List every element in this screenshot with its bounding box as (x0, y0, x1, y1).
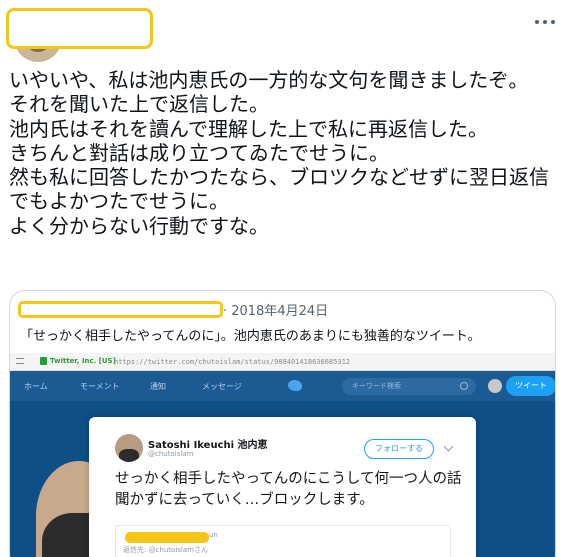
card-author-name: Satoshi Ikeuchi 池内恵 (148, 440, 268, 451)
tweet-button: ツイート (506, 376, 555, 396)
chevron-down-icon (443, 441, 454, 452)
tweet-text: いやいや、私は池内恵氏の一方的な文句を聞きましたぞ。 それを聞いた上で返信した。… (9, 68, 549, 238)
tweet-header (0, 0, 569, 62)
card-author-handle: @chutoislam (148, 450, 194, 458)
follow-button: フォローする (364, 439, 434, 459)
nav-messages: メッセージ (202, 382, 242, 391)
url-path: https://twitter.com/chutoislam/status/98… (114, 358, 351, 366)
twitter-bird-icon (288, 380, 302, 391)
tweet-card: Satoshi Ikeuchi 池内恵 @chutoislam フォローする せ… (89, 417, 476, 557)
reply-to-label: 返信先: @chutoislamさん (123, 546, 208, 554)
search-icon (460, 382, 468, 390)
twitter-search-field: キーワード検索 (342, 378, 476, 395)
nav-home: ホーム (24, 382, 48, 391)
reply-author-suffix: un (209, 531, 218, 539)
quoted-tweet-text: 「せっかく相手したやってんのに」。池内恵氏のあまりにも独善的なツイート。 (20, 329, 481, 344)
menu-icon (16, 358, 24, 364)
card-avatar (115, 434, 143, 462)
redacted-quoted-author (18, 301, 223, 318)
nav-notifications: 通知 (150, 382, 166, 391)
browser-url-bar: Twitter, Inc. [US] https://twitter.com/c… (10, 353, 555, 371)
nav-avatar (488, 379, 502, 393)
nav-moments: モーメント (80, 382, 120, 391)
reply-box: un 返信先: @chutoislamさん (115, 525, 451, 557)
search-placeholder: キーワード検索 (352, 382, 401, 390)
redacted-reply-author (125, 532, 209, 543)
quoted-tweet-date[interactable]: · 2018年4月24日 (223, 300, 328, 319)
card-tweet-text: せっかく相手したやってんのにこうして何一つ人の話聞かずに去っていく…ブロックしま… (115, 471, 462, 508)
more-options-icon[interactable] (535, 12, 555, 32)
twitter-nav-bar: ホーム モーメント 通知 メッセージ キーワード検索 ツイート (10, 371, 555, 401)
lock-icon (40, 357, 47, 365)
url-site-label: Twitter, Inc. [US] (50, 357, 116, 365)
redacted-author-name (6, 8, 153, 49)
quoted-tweet[interactable]: · 2018年4月24日 「せっかく相手したやってんのに」。池内恵氏のあまりにも… (9, 290, 556, 557)
